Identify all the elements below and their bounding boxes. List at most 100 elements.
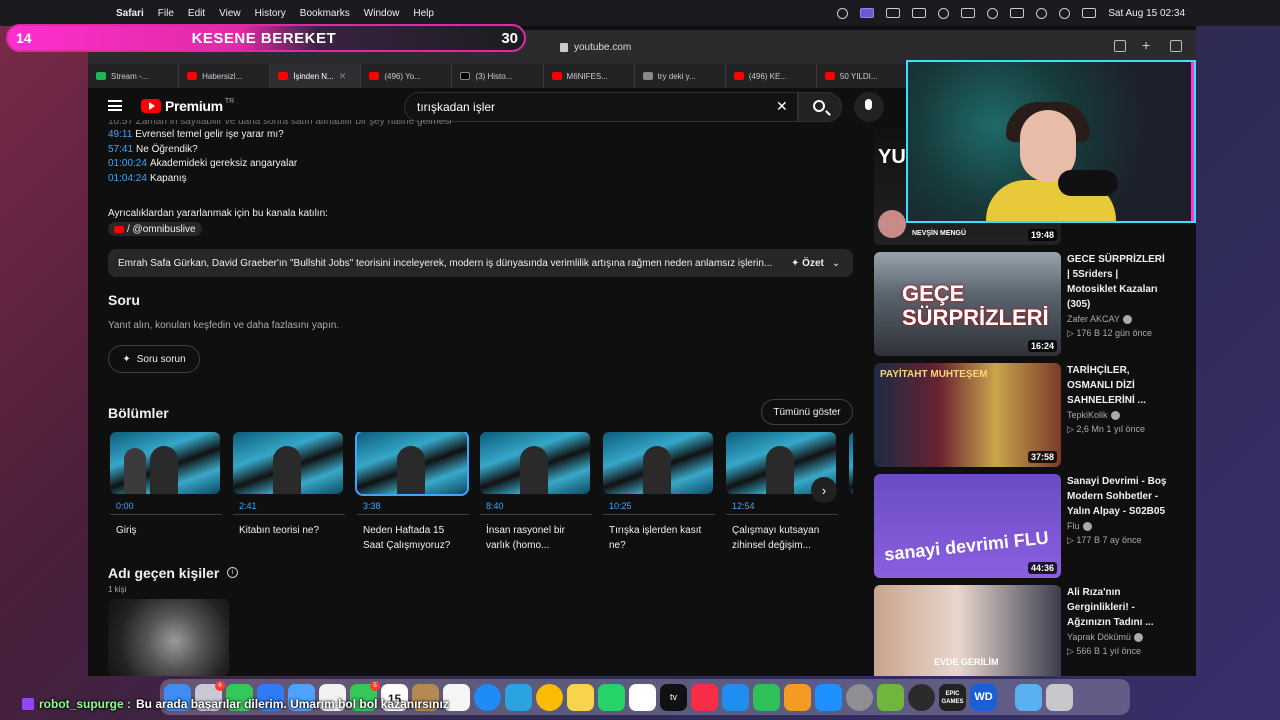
status-icon[interactable]	[837, 7, 849, 19]
chevron-down-icon[interactable]: ⌄	[832, 258, 840, 269]
whatsapp-icon[interactable]	[598, 683, 625, 711]
person-photo[interactable]	[108, 599, 229, 676]
menu-view[interactable]: View	[219, 8, 241, 19]
chapter-thumbnail[interactable]	[110, 432, 220, 494]
video-thumbnail[interactable]: sanayi devrimi FLU 44:36	[874, 474, 1061, 578]
wd-icon[interactable]: WD	[970, 683, 997, 711]
channel-handle-link[interactable]: / @omnibuslive	[108, 222, 202, 236]
chapter-thumbnail[interactable]	[233, 432, 343, 494]
chapter-timestamp[interactable]: 57:41	[108, 144, 133, 155]
video-title[interactable]: GECE SÜRPRİZLERİ | 5Sriders | Motosiklet…	[1067, 252, 1167, 312]
ask-question-button[interactable]: ✦ Soru sorun	[108, 345, 200, 373]
channel-name[interactable]: Zafer AKCAY	[1067, 314, 1167, 324]
video-title[interactable]: Sanayi Devrimi - Boş Modern Sohbetler - …	[1067, 474, 1167, 519]
play-icon[interactable]	[987, 7, 999, 19]
summary-button[interactable]: ✦ Özet	[791, 258, 824, 269]
chapter-card-selected[interactable]: 3:38 Neden Haftada 15 Saat Çalışmıyoruz?	[355, 432, 469, 553]
recommended-video[interactable]: PAYİTAHT MUHTEŞEM 37:58 TARİHÇİLER, OSMA…	[874, 363, 1164, 467]
trash-icon[interactable]	[1046, 683, 1073, 711]
tab-6[interactable]: try deki y...	[635, 64, 726, 88]
video-thumbnail[interactable]: EVDE GERİLİM	[874, 585, 1061, 676]
freeform-icon[interactable]	[629, 683, 656, 711]
tab-2-active[interactable]: İşinden N... ✕	[270, 64, 362, 88]
downloads-folder-icon[interactable]	[1015, 683, 1042, 711]
chapter-timestamp[interactable]: 01:04:24	[108, 173, 147, 184]
menu-file[interactable]: File	[158, 8, 174, 19]
recommended-video[interactable]: sanayi devrimi FLU 44:36 Sanayi Devrimi …	[874, 474, 1167, 578]
grid-icon[interactable]	[912, 8, 927, 18]
menu-history[interactable]: History	[255, 8, 286, 19]
apple-tv-icon[interactable]: tv	[660, 683, 687, 711]
game-icon[interactable]	[877, 683, 904, 711]
battery-icon[interactable]	[1010, 8, 1025, 18]
menu-app-name[interactable]: Safari	[116, 8, 144, 19]
music-icon[interactable]	[691, 683, 718, 711]
tab-5[interactable]: M6NIFES...	[544, 64, 635, 88]
info-icon[interactable]: i	[227, 567, 238, 578]
new-tab-icon[interactable]: +	[1142, 38, 1154, 52]
channel-name[interactable]: TepkiKolik	[1067, 410, 1167, 420]
close-tab-icon[interactable]: ✕	[339, 71, 347, 82]
chapter-thumbnail[interactable]	[480, 432, 590, 494]
video-title[interactable]: TARİHÇİLER, OSMANLI DİZİ SAHNELERİNİ ...	[1067, 363, 1167, 408]
settings-icon[interactable]	[846, 683, 873, 711]
menu-bookmarks[interactable]: Bookmarks	[300, 8, 350, 19]
recommended-video[interactable]: GEÇE SÜRPRİZLERİ 16:24 GECE SÜRPRİZLERİ …	[874, 252, 1167, 356]
recommended-video[interactable]: EVDE GERİLİM Ali Rıza'nın Gerginlikleri!…	[874, 585, 1164, 676]
chapter-timestamp[interactable]: 01:00:24	[108, 158, 147, 169]
epic-games-icon[interactable]: EPIC GAMES	[939, 683, 966, 711]
ai-summary-bar[interactable]: Emrah Safa Gürkan, David Graeber'ın "Bul…	[108, 249, 853, 277]
keynote-icon[interactable]	[722, 683, 749, 711]
tab-8[interactable]: 50 YILDI...	[817, 64, 908, 88]
url-text[interactable]: youtube.com	[574, 42, 631, 53]
channel-name[interactable]: Flu	[1067, 521, 1167, 531]
menu-icon[interactable]	[108, 100, 122, 111]
voice-search-icon[interactable]	[854, 92, 884, 122]
clear-search-icon[interactable]: ✕	[776, 98, 788, 115]
tab-4[interactable]: (3) Histo...	[452, 64, 544, 88]
search-button[interactable]	[798, 92, 842, 122]
video-thumbnail[interactable]: GEÇE SÜRPRİZLERİ 16:24	[874, 252, 1061, 356]
chapter-card[interactable]: 0:00 Giriş	[110, 432, 222, 538]
app-store-icon[interactable]	[815, 683, 842, 711]
control-center-icon[interactable]	[1082, 8, 1097, 18]
tab-3[interactable]: (496) Yo...	[361, 64, 453, 88]
chapter-thumbnail[interactable]	[355, 432, 469, 496]
chapter-thumbnail[interactable]	[849, 432, 853, 494]
obs-icon[interactable]	[908, 683, 935, 711]
chapter-card[interactable]: 2:41 Kitabın teorisi ne?	[233, 432, 345, 538]
pages-icon[interactable]	[784, 683, 811, 711]
search-input[interactable]: tırışkadan işler	[404, 92, 798, 122]
show-all-button[interactable]: Tümünü göster	[761, 399, 853, 425]
chrome-icon[interactable]	[536, 683, 563, 711]
youtube-logo[interactable]: Premium TR	[141, 98, 234, 114]
wifi-icon[interactable]	[1036, 7, 1048, 19]
chapter-card[interactable]: 8:40 İnsan rasyonel bir varlık (homo...	[480, 432, 592, 553]
menu-edit[interactable]: Edit	[188, 8, 205, 19]
menu-clock[interactable]: Sat Aug 15 02:34	[1108, 8, 1185, 19]
share-icon[interactable]	[1114, 40, 1126, 52]
keyboard-icon[interactable]	[886, 8, 901, 18]
chapter-timestamp[interactable]: 49:11	[108, 129, 132, 140]
menu-window[interactable]: Window	[364, 8, 400, 19]
chapter-thumbnail[interactable]	[603, 432, 713, 494]
tab-0[interactable]: Stream -...	[88, 64, 180, 88]
safari-icon[interactable]	[474, 683, 501, 711]
screen-share-icon[interactable]	[860, 8, 875, 18]
chapter-card[interactable]: 10:25 Tırışka işlerden kasıt ne?	[603, 432, 715, 553]
chapter-card-partial[interactable]	[849, 432, 853, 494]
video-thumbnail[interactable]: PAYİTAHT MUHTEŞEM 37:58	[874, 363, 1061, 467]
address-bar[interactable]: youtube.com	[560, 37, 720, 57]
vpn-icon[interactable]	[938, 7, 950, 19]
video-title[interactable]: Ali Rıza'nın Gerginlikleri! - Ağzınızın …	[1067, 585, 1164, 630]
chevron-right-icon[interactable]: ›	[811, 477, 837, 503]
search-icon[interactable]	[1059, 7, 1071, 19]
tab-1[interactable]: Habersizl...	[179, 64, 271, 88]
notes-yellow-icon[interactable]	[567, 683, 594, 711]
channel-name[interactable]: Yaprak Dökümü	[1067, 632, 1164, 642]
tab-7[interactable]: (496) KE...	[726, 64, 817, 88]
telegram-icon[interactable]	[505, 683, 532, 711]
menu-help[interactable]: Help	[413, 8, 434, 19]
numbers-icon[interactable]	[753, 683, 780, 711]
tab-overview-icon[interactable]	[1170, 40, 1182, 52]
